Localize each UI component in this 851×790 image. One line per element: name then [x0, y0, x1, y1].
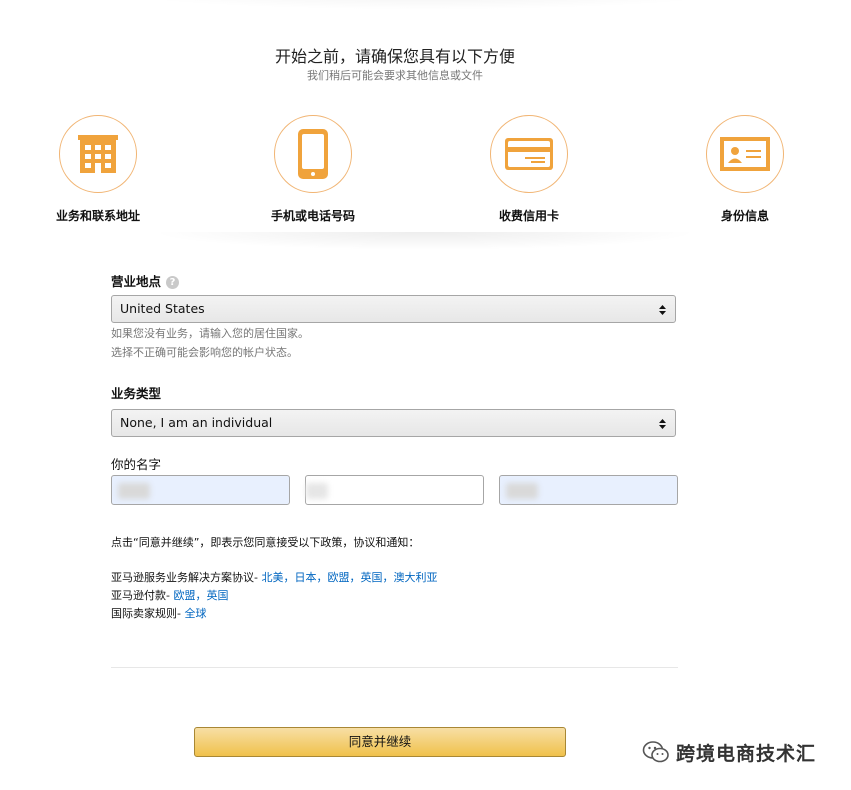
wechat-icon [642, 741, 669, 763]
policy-seller-rules-prefix: 国际卖家规则- [111, 607, 185, 620]
link-australia[interactable]: 澳大利亚 [393, 571, 437, 584]
policy-line-seller-rules: 国际卖家规则- 全球 [111, 605, 206, 623]
business-location-value: United States [120, 301, 205, 316]
link-separator: ， [195, 589, 207, 602]
watermark-text: 跨境电商技术汇 [676, 742, 817, 765]
business-type-value: None, I am an individual [120, 415, 273, 430]
id-card-icon [720, 137, 770, 171]
agree-continue-button[interactable]: 同意并继续 [194, 727, 566, 757]
link-north-america[interactable]: 北美 [261, 571, 283, 584]
link-payments-uk[interactable]: 英国 [206, 589, 228, 602]
requirement-card-circle [490, 115, 568, 193]
redacted-blur [306, 483, 328, 499]
form-divider [111, 667, 678, 668]
requirement-address-label: 业务和联系地址 [55, 209, 140, 223]
redacted-blur [506, 483, 538, 499]
requirement-id-label: 身份信息 [720, 209, 769, 223]
business-location-select[interactable]: United States [111, 295, 676, 323]
requirement-phone-circle [274, 115, 352, 193]
requirement-phone: 手机或电话号码 [223, 115, 403, 224]
your-name-label: 你的名字 [111, 457, 162, 472]
requirement-card: 收费信用卡 [439, 115, 619, 224]
link-eu[interactable]: 欧盟 [327, 571, 349, 584]
link-separator: ， [382, 571, 394, 584]
link-global[interactable]: 全球 [184, 607, 206, 620]
requirement-id-circle [706, 115, 784, 193]
business-location-label: 营业地点 [111, 274, 162, 289]
requirement-phone-label: 手机或电话号码 [270, 209, 355, 223]
policy-line-bsa: 亚马逊服务业务解决方案协议- 北美，日本，欧盟，英国，澳大利亚 [111, 569, 437, 587]
first-name-input[interactable] [111, 475, 290, 505]
policy-line-payments: 亚马逊付款- 欧盟，英国 [111, 587, 228, 605]
link-separator: ， [316, 571, 328, 584]
middle-name-input[interactable] [305, 475, 484, 505]
link-uk[interactable]: 英国 [360, 571, 382, 584]
page-subtitle: 我们稍后可能会要求其他信息或文件 [307, 69, 483, 82]
select-arrows-icon [659, 419, 666, 429]
section-divider [150, 232, 700, 250]
watermark: 跨境电商技术汇 [642, 737, 816, 767]
page-title: 开始之前，请确保您具有以下方便 [274, 47, 515, 66]
redacted-blur [118, 483, 150, 499]
requirement-address-circle [59, 115, 137, 193]
select-arrows-icon [659, 305, 666, 315]
business-location-hint-1: 如果您没有业务，请输入您的居住国家。 [111, 327, 309, 340]
top-shadow [100, 0, 750, 10]
link-separator: ， [349, 571, 361, 584]
link-japan[interactable]: 日本 [294, 571, 316, 584]
business-type-select[interactable]: None, I am an individual [111, 409, 676, 437]
link-separator: ， [283, 571, 295, 584]
credit-card-icon [505, 138, 553, 170]
building-icon [78, 135, 118, 173]
business-location-label-row: 营业地点? [111, 271, 180, 290]
last-name-input[interactable] [499, 475, 678, 505]
business-location-hint-2: 选择不正确可能会影响您的帐户状态。 [111, 346, 298, 359]
business-type-label: 业务类型 [111, 386, 162, 401]
requirement-card-label: 收费信用卡 [498, 209, 559, 223]
requirement-id: 身份信息 [655, 115, 835, 224]
policy-bsa-prefix: 亚马逊服务业务解决方案协议- [111, 571, 262, 584]
phone-icon [298, 129, 328, 179]
link-payments-eu[interactable]: 欧盟 [173, 589, 195, 602]
requirement-address: 业务和联系地址 [8, 115, 188, 224]
policy-payments-prefix: 亚马逊付款- [111, 589, 174, 602]
help-icon[interactable]: ? [166, 276, 180, 289]
agreement-intro: 点击“同意并继续”，即表示您同意接受以下政策，协议和通知： [111, 536, 420, 549]
